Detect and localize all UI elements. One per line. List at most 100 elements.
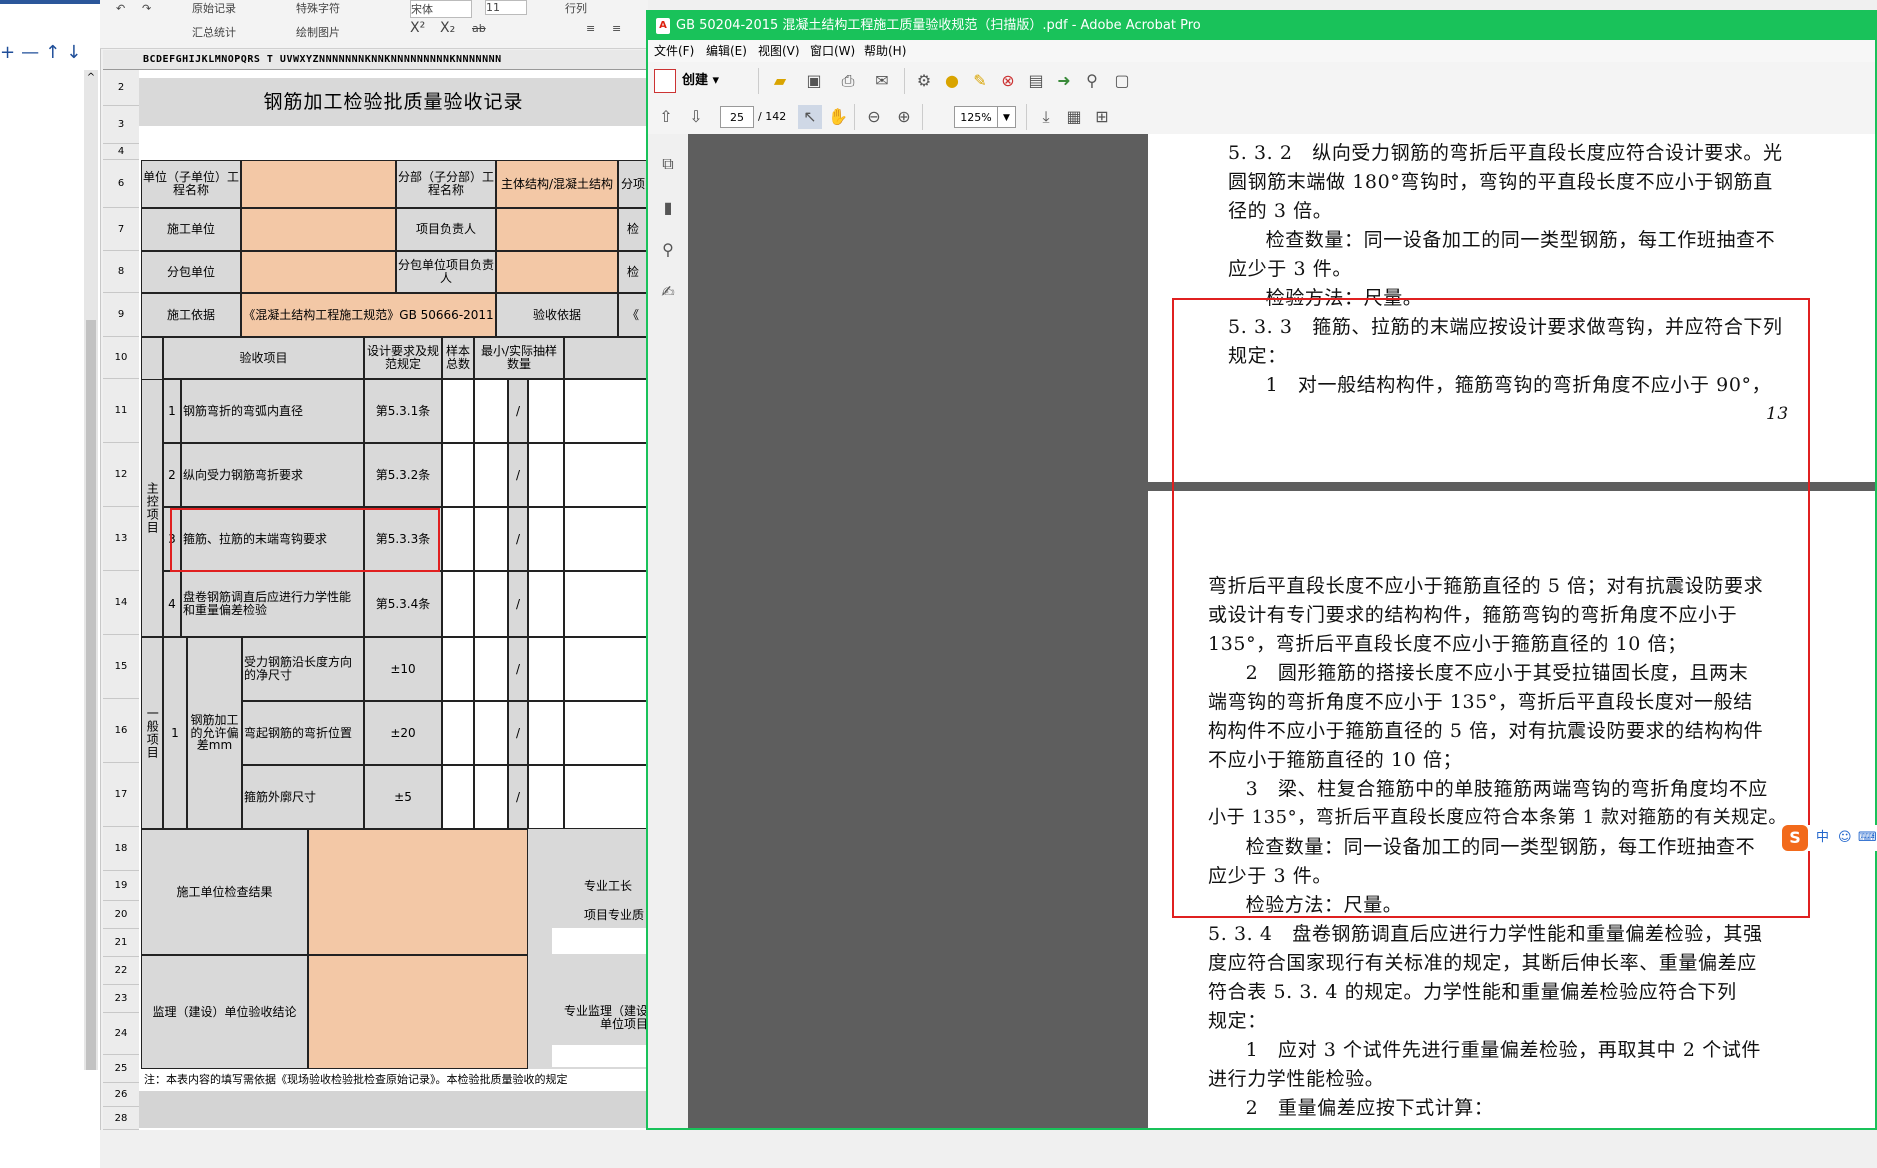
contractor-result-label[interactable]: 施工单位检查结果 <box>141 829 308 955</box>
contractor-label[interactable]: 施工单位 <box>141 208 241 251</box>
check-label[interactable]: 检 <box>618 251 648 293</box>
redo-icon[interactable]: ↷ <box>142 2 151 15</box>
sample-total[interactable] <box>442 571 474 637</box>
row-number[interactable]: 19 <box>103 871 139 901</box>
row-number[interactable]: 6 <box>103 160 139 208</box>
supervisor-value[interactable] <box>308 955 528 1069</box>
sheet-title[interactable]: 钢筋加工检验批质量验收记录 <box>139 78 648 126</box>
slash[interactable]: / <box>508 637 528 701</box>
align-left-icon[interactable]: ≡ <box>586 22 595 35</box>
actual-sample[interactable] <box>528 379 564 443</box>
contractor-value[interactable] <box>241 208 396 251</box>
min-sample[interactable] <box>474 765 508 829</box>
result-cell[interactable] <box>564 443 648 507</box>
item-number[interactable]: 2 <box>163 443 181 507</box>
pages-icon[interactable]: ⧉ <box>656 152 680 176</box>
sample-total[interactable] <box>442 507 474 571</box>
menu-edit[interactable]: 编辑(E) <box>706 40 747 62</box>
result-cell[interactable] <box>564 637 648 701</box>
sub-pm-value[interactable] <box>496 251 618 293</box>
result-cell[interactable] <box>564 701 648 765</box>
link-icon[interactable]: ⚲ <box>1080 69 1104 93</box>
subcontractor-label[interactable]: 分包单位 <box>141 251 241 293</box>
row-number[interactable]: 16 <box>103 699 139 763</box>
row-number[interactable]: 3 <box>103 106 139 144</box>
sample-total[interactable] <box>442 443 474 507</box>
actual-sample[interactable] <box>528 571 564 637</box>
row-number[interactable]: 28 <box>103 1107 139 1130</box>
general-item-value[interactable]: ±5 <box>364 765 442 829</box>
row-col-button[interactable]: 行列 <box>565 0 587 16</box>
minus-icon[interactable]: — <box>21 42 45 63</box>
zoom-dropdown-icon[interactable]: ▼ <box>998 106 1016 128</box>
actual-sample[interactable] <box>528 701 564 765</box>
item-number[interactable]: 1 <box>163 379 181 443</box>
row-number[interactable]: 2 <box>103 70 139 106</box>
min-sample[interactable] <box>474 637 508 701</box>
item-number[interactable]: 4 <box>163 571 181 637</box>
page-layout-icon[interactable]: ⊞ <box>1090 105 1114 129</box>
strikethrough-button[interactable]: ab <box>472 22 486 35</box>
add-icon[interactable]: + <box>0 42 21 63</box>
next-page-icon[interactable]: ⇩ <box>684 105 708 129</box>
summary-button[interactable]: 汇总统计 <box>192 24 236 40</box>
sample-total[interactable] <box>442 637 474 701</box>
slash[interactable]: / <box>508 571 528 637</box>
actual-sample[interactable] <box>528 443 564 507</box>
scrollbar-thumb[interactable] <box>86 320 96 1070</box>
general-item-name[interactable]: 弯起钢筋的弯折位置 <box>242 701 364 765</box>
menu-file[interactable]: 文件(F) <box>654 40 694 62</box>
bookmark-icon[interactable]: ▮ <box>656 196 680 220</box>
open-folder-icon[interactable]: ▰ <box>768 69 792 93</box>
zoom-in-icon[interactable]: ⊕ <box>892 105 916 129</box>
result-header[interactable] <box>564 337 648 379</box>
sample-total[interactable] <box>442 765 474 829</box>
general-number[interactable]: 1 <box>163 637 187 829</box>
min-sample[interactable] <box>474 507 508 571</box>
zoom-input[interactable]: 125% <box>954 106 998 128</box>
original-record-button[interactable]: 原始记录 <box>192 0 236 16</box>
item-name[interactable]: 纵向受力钢筋弯折要求 <box>181 443 364 507</box>
general-item-value[interactable]: ±10 <box>364 637 442 701</box>
min-sample-header[interactable]: 最小/实际抽样数量 <box>474 337 564 379</box>
general-subgroup[interactable]: 钢筋加工的允许偏差mm <box>187 637 242 829</box>
basis-label[interactable]: 施工依据 <box>141 293 241 337</box>
general-item-value[interactable]: ±20 <box>364 701 442 765</box>
menu-window[interactable]: 窗口(W) <box>810 40 855 62</box>
result-cell[interactable] <box>564 379 648 443</box>
slash[interactable]: / <box>508 379 528 443</box>
row-number[interactable]: 20 <box>103 901 139 929</box>
sub-pm-label[interactable]: 分包单位项目负责人 <box>396 251 496 293</box>
item-clause[interactable]: 第5.3.2条 <box>364 443 442 507</box>
item-header[interactable]: 验收项目 <box>163 337 364 379</box>
secure-icon[interactable]: ⊗ <box>996 69 1020 93</box>
create-pdf-icon[interactable] <box>654 69 676 93</box>
sign-field[interactable] <box>552 928 648 954</box>
menu-view[interactable]: 视图(V) <box>758 40 800 62</box>
save-icon[interactable]: ▣ <box>802 69 826 93</box>
keyboard-icon[interactable]: ⌨ <box>1858 825 1877 851</box>
attachment-icon[interactable]: ⚲ <box>656 238 680 262</box>
scroll-up-icon[interactable]: ^ <box>84 72 98 86</box>
row-number[interactable]: 15 <box>103 635 139 699</box>
signature-icon[interactable]: ✍ <box>656 280 680 304</box>
export-icon[interactable]: ➜ <box>1052 69 1076 93</box>
superscript-button[interactable]: X² <box>410 20 425 36</box>
basis-value[interactable]: 《混凝土结构工程施工规范》GB 50666-2011 <box>241 293 496 337</box>
row-number[interactable]: 18 <box>103 827 139 871</box>
row-number[interactable]: 14 <box>103 571 139 635</box>
item-clause[interactable]: 第5.3.4条 <box>364 571 442 637</box>
row-number[interactable]: 23 <box>103 985 139 1013</box>
menu-help[interactable]: 帮助(H) <box>864 40 906 62</box>
row-number[interactable]: 11 <box>103 379 139 443</box>
project-manager-label[interactable]: 项目负责人 <box>396 208 496 251</box>
unit-label[interactable]: 单位（子单位）工程名称 <box>141 160 241 208</box>
result-cell[interactable] <box>564 571 648 637</box>
actual-sample[interactable] <box>528 637 564 701</box>
row-number[interactable]: 8 <box>103 251 139 293</box>
acceptance-basis-value[interactable]: 《 <box>618 293 648 337</box>
item-name[interactable]: 盘卷钢筋调直后应进行力学性能和重量偏差检验 <box>181 571 364 637</box>
create-button[interactable]: 创建 ▾ <box>682 69 762 93</box>
row-number[interactable]: 4 <box>103 144 139 160</box>
comment-icon[interactable]: ● <box>940 69 964 93</box>
